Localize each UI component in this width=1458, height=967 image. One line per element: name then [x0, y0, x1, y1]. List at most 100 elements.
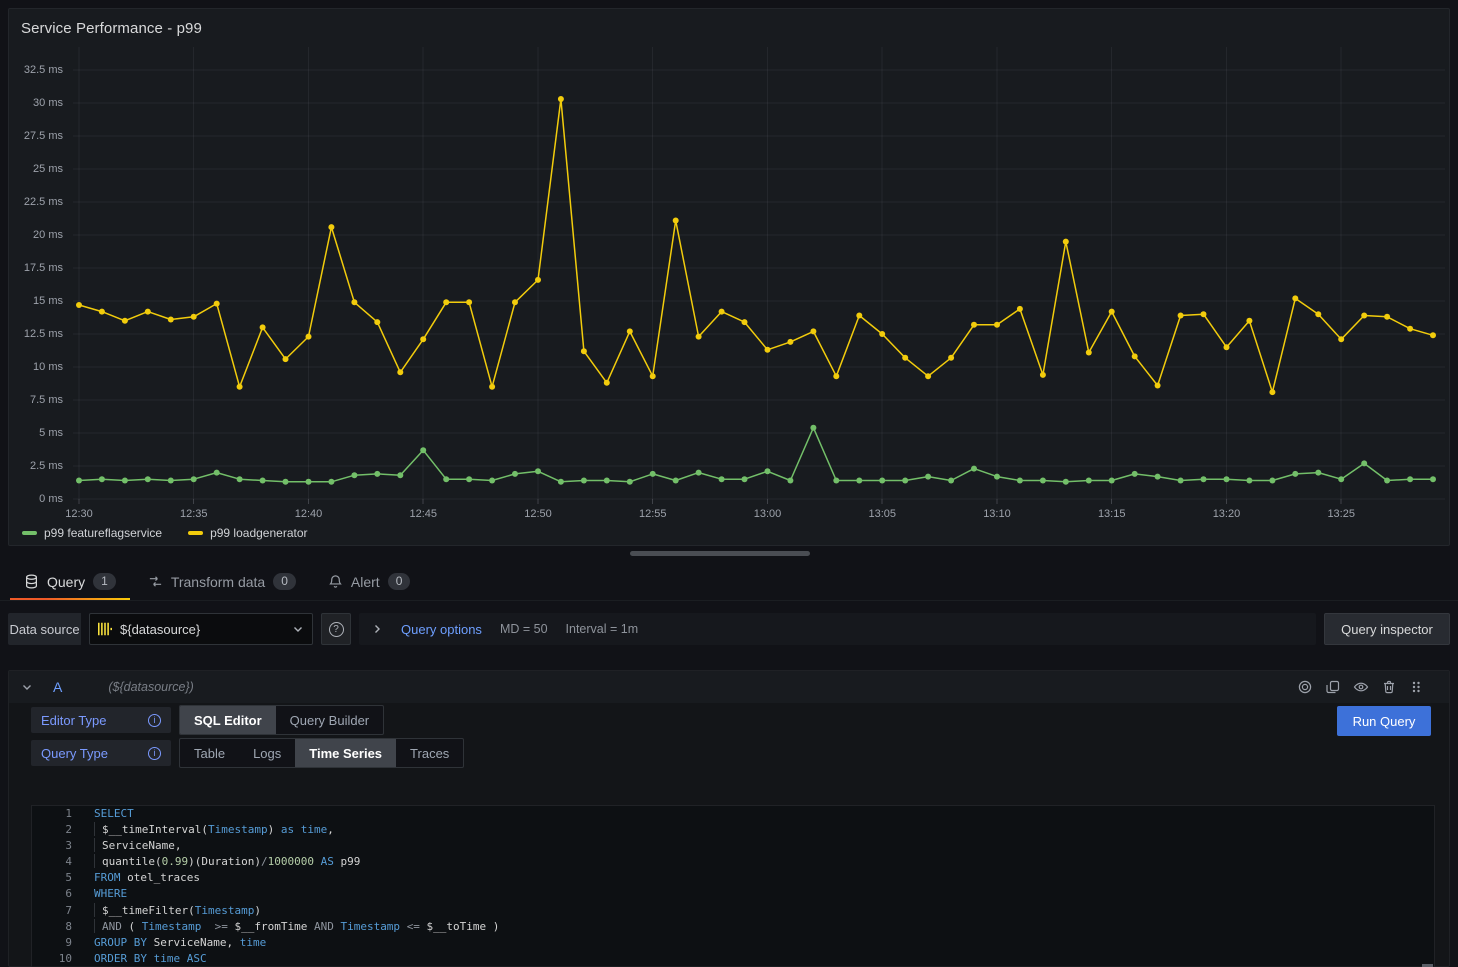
y-tick-label: 25 ms [9, 163, 63, 175]
query-type-label: Query Type [41, 746, 108, 761]
line-number: 5 [32, 870, 72, 886]
editor-type-sql-editor[interactable]: SQL Editor [180, 706, 276, 734]
line-number: 3 [32, 838, 72, 854]
sql-line: 9GROUP BY ServiceName, time [32, 935, 1434, 951]
x-tick-label: 13:10 [967, 508, 1027, 520]
line-number: 9 [32, 935, 72, 951]
panel-editor-tabs: Query 1 Transform data 0 Alert 0 [0, 563, 1458, 601]
y-tick-label: 30 ms [9, 97, 63, 109]
legend-item-featureflagservice[interactable]: p99 featureflagservice [22, 526, 162, 540]
y-tick-label: 2.5 ms [9, 460, 63, 472]
disable-query-button[interactable] [1297, 679, 1313, 695]
x-tick-label: 12:50 [508, 508, 568, 520]
legend-label: p99 featureflagservice [44, 526, 162, 540]
drag-handle[interactable] [1409, 679, 1423, 695]
editor-type-label: Editor Type [41, 713, 107, 728]
x-tick-label: 12:35 [164, 508, 224, 520]
datasource-help-button[interactable]: ? [321, 613, 351, 645]
y-tick-label: 20 ms [9, 229, 63, 241]
x-tick-label: 13:00 [737, 508, 797, 520]
query-ref-id: A [53, 679, 62, 695]
y-tick-label: 22.5 ms [9, 196, 63, 208]
tab-label: Query [47, 574, 85, 590]
x-tick-label: 12:45 [393, 508, 453, 520]
chart-legend: p99 featureflagservice p99 loadgenerator [22, 526, 308, 540]
query-type-switch: Table Logs Time Series Traces [179, 738, 464, 768]
duplicate-query-button[interactable] [1325, 679, 1341, 695]
x-tick-label: 12:55 [623, 508, 683, 520]
tab-label: Transform data [171, 574, 265, 590]
indent-guide [94, 822, 102, 836]
tab-label: Alert [351, 574, 380, 590]
chevron-right-icon [371, 623, 383, 635]
line-number: 7 [32, 903, 72, 919]
y-tick-label: 27.5 ms [9, 130, 63, 142]
query-datasource-hint: (${datasource}) [108, 680, 193, 694]
info-icon[interactable]: i [148, 714, 161, 727]
editor-type-switch: SQL Editor Query Builder [179, 705, 384, 735]
x-tick-label: 13:05 [852, 508, 912, 520]
line-number: 8 [32, 919, 72, 935]
datasource-value: ${datasource} [120, 622, 284, 637]
query-inspector-button[interactable]: Query inspector [1324, 613, 1450, 645]
x-tick-label: 13:25 [1311, 508, 1371, 520]
x-tick-label: 13:20 [1196, 508, 1256, 520]
x-tick-label: 13:15 [1082, 508, 1142, 520]
datasource-label: Data source [8, 613, 81, 645]
indent-guide [94, 919, 102, 933]
database-icon [24, 574, 39, 589]
x-tick-label: 12:40 [278, 508, 338, 520]
legend-label: p99 loadgenerator [210, 526, 307, 540]
query-type-labelbox: Query Type i [31, 740, 171, 766]
tab-alert[interactable]: Alert 0 [312, 563, 426, 600]
y-tick-label: 12.5 ms [9, 328, 63, 340]
query-options-bar: Query options MD = 50 Interval = 1m [359, 613, 1316, 645]
sql-line: 8AND ( Timestamp >= $__fromTime AND Time… [32, 919, 1434, 935]
line-number: 1 [32, 806, 72, 822]
y-tick-label: 7.5 ms [9, 394, 63, 406]
tab-transform-data[interactable]: Transform data 0 [132, 563, 312, 600]
indent-guide [94, 854, 102, 868]
sql-editor[interactable]: 1SELECT2$__timeInterval(Timestamp) as ti… [31, 805, 1435, 967]
y-tick-label: 17.5 ms [9, 262, 63, 274]
query-type-time-series[interactable]: Time Series [295, 739, 396, 767]
query-editor-card: A (${datasource}) [8, 670, 1450, 967]
collapse-chevron-icon[interactable] [21, 681, 33, 693]
hide-query-button[interactable] [1353, 679, 1369, 695]
legend-swatch-green [22, 531, 37, 535]
sql-line: 2$__timeInterval(Timestamp) as time, [32, 822, 1434, 838]
query-type-logs[interactable]: Logs [239, 739, 295, 767]
datasource-picker[interactable]: ${datasource} [89, 613, 313, 645]
line-number: 6 [32, 886, 72, 902]
chevron-down-icon [292, 623, 304, 635]
query-type-table[interactable]: Table [180, 739, 239, 767]
query-options-toggle[interactable]: Query options [401, 622, 482, 637]
timeseries-panel: Service Performance - p99 0 ms2.5 ms5 ms… [8, 8, 1450, 546]
copy-icon [1325, 679, 1341, 695]
editor-type-query-builder[interactable]: Query Builder [276, 706, 383, 734]
info-icon[interactable]: i [148, 747, 161, 760]
y-tick-label: 5 ms [9, 427, 63, 439]
run-query-button[interactable]: Run Query [1337, 706, 1431, 736]
chart-svg [9, 9, 1449, 545]
max-data-points-value: MD = 50 [500, 622, 548, 636]
query-type-traces[interactable]: Traces [396, 739, 463, 767]
y-tick-label: 32.5 ms [9, 64, 63, 76]
help-icon: ? [329, 622, 344, 637]
sql-line: 6WHERE [32, 886, 1434, 902]
legend-item-loadgenerator[interactable]: p99 loadgenerator [188, 526, 307, 540]
tab-query[interactable]: Query 1 [8, 563, 132, 600]
tab-badge: 0 [273, 573, 296, 590]
y-tick-label: 0 ms [9, 493, 63, 505]
eye-icon [1353, 679, 1369, 695]
y-tick-label: 10 ms [9, 361, 63, 373]
x-tick-label: 12:30 [49, 508, 109, 520]
delete-query-button[interactable] [1381, 679, 1397, 695]
transform-icon [148, 574, 163, 589]
query-row-header[interactable]: A (${datasource}) [9, 671, 1449, 703]
clickhouse-logo-icon [98, 622, 112, 636]
sql-line: 10ORDER BY time ASC [32, 951, 1434, 967]
panel-horizontal-scrollbar[interactable] [630, 551, 810, 556]
legend-swatch-yellow [188, 531, 203, 535]
query-toolbar: Data source ${datasource} ? Query option… [8, 613, 1450, 645]
